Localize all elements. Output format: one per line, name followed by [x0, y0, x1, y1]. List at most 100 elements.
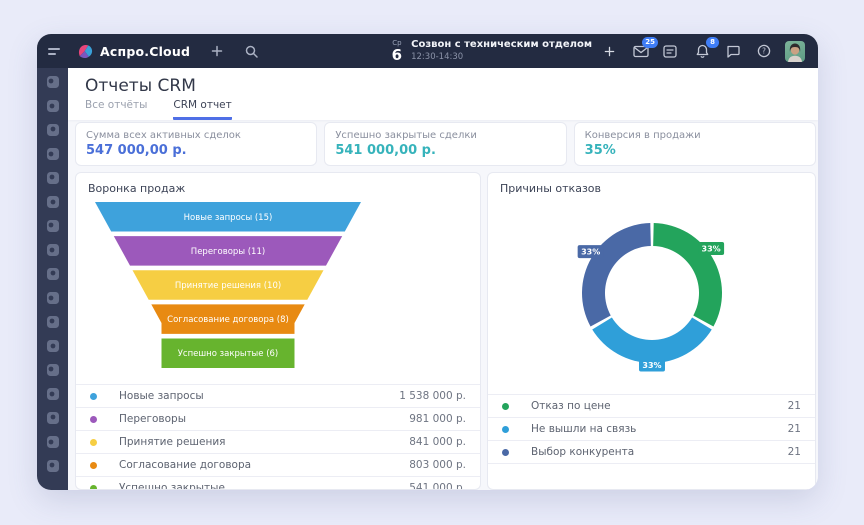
donut-slice-3[interactable] — [581, 223, 650, 326]
stat-label: Сумма всех активных сделок — [86, 129, 306, 142]
legend-value: 1 538 000 р. — [399, 390, 466, 402]
user-avatar[interactable] — [785, 41, 805, 62]
svg-text:33%: 33% — [581, 248, 600, 257]
legend-label: Выбор конкурента — [531, 446, 788, 458]
funnel-stage-label: Новые запросы (15) — [184, 213, 273, 223]
legend-value: 841 000 р. — [409, 436, 466, 448]
chat-icon[interactable] — [720, 38, 746, 64]
sidebar-app-icon-6[interactable] — [44, 193, 62, 211]
sales-funnel-chart: Новые запросы (15) Переговоры (11) Приняти… — [95, 202, 361, 368]
legend-value: 803 000 р. — [409, 459, 466, 471]
sidebar-app-icon-9[interactable] — [44, 265, 62, 283]
funnel-stage-label: Успешно закрытые (6) — [178, 349, 278, 359]
stat-label: Успешно закрытые сделки — [335, 129, 555, 142]
notes-icon[interactable] — [657, 38, 683, 64]
legend-label: Принятие решения — [119, 436, 409, 448]
donut-legend-item-3[interactable]: Выбор конкурента21 — [488, 440, 815, 463]
sidebar-app-icon-5[interactable] — [44, 169, 62, 187]
donut-slice-1[interactable] — [653, 223, 722, 326]
sidebar-app-icon-15[interactable] — [44, 409, 62, 427]
funnel-legend-item-4[interactable]: Согласование договора803 000 р. — [76, 453, 480, 476]
svg-text:33%: 33% — [642, 361, 661, 370]
legend-label: Не вышли на связь — [531, 423, 788, 435]
create-plus-icon[interactable] — [204, 38, 230, 64]
stat-value: 547 000,00 р. — [86, 142, 306, 159]
bell-badge: 8 — [706, 37, 719, 48]
sidebar-app-icon-12[interactable] — [44, 337, 62, 355]
sidebar-app-icon-8[interactable] — [44, 241, 62, 259]
funnel-legend-item-2[interactable]: Переговоры981 000 р. — [76, 407, 480, 430]
legend-value: 21 — [788, 400, 801, 412]
funnel-legend: Новые запросы1 538 000 р.Переговоры981 0… — [76, 384, 480, 490]
calendar-date[interactable]: Ср 6 — [392, 40, 402, 63]
legend-value: 981 000 р. — [409, 413, 466, 425]
sidebar-app-icon-4[interactable] — [44, 145, 62, 163]
legend-value: 21 — [788, 423, 801, 435]
donut-percent-badge-1: 33% — [698, 242, 724, 255]
funnel-legend-item-3[interactable]: Принятие решения841 000 р. — [76, 430, 480, 453]
sidebar-app-icon-11[interactable] — [44, 313, 62, 331]
brand-logo-icon[interactable] — [76, 43, 93, 59]
legend-label: Новые запросы — [119, 390, 399, 402]
funnel-legend-item-5[interactable]: Успешно закрытые541 000 р. — [76, 476, 480, 490]
help-icon[interactable]: ? — [751, 38, 777, 64]
hamburger-icon[interactable] — [48, 44, 62, 58]
bell-icon[interactable]: 8 — [689, 38, 715, 64]
donut-slice-2[interactable] — [592, 317, 712, 363]
brand-name[interactable]: Аспро.Cloud — [100, 44, 190, 59]
event-time: 12:30-14:30 — [411, 52, 592, 63]
add-event-button[interactable] — [596, 38, 622, 64]
legend-color-dot — [90, 439, 97, 446]
donut-legend-item-1[interactable]: Отказ по цене21 — [488, 394, 815, 417]
refusal-reasons-donut-chart: 33% 33% 33% — [567, 208, 737, 378]
sidebar-app-icon-16[interactable] — [44, 433, 62, 451]
funnel-stage-label: Переговоры (11) — [191, 247, 265, 257]
sidebar-app-icon-17[interactable] — [44, 457, 62, 475]
tab-all-reports[interactable]: Все отчёты — [85, 99, 147, 120]
sales-funnel-card: Воронка продаж Новые запросы (15)Перегов… — [75, 172, 481, 490]
donut-percent-badge-2: 33% — [639, 359, 665, 372]
mail-badge: 25 — [642, 37, 658, 48]
legend-color-dot — [502, 403, 509, 410]
stat-value: 35% — [585, 142, 805, 159]
stat-cards-row: Сумма всех активных сделок 547 000,00 р.… — [75, 122, 816, 166]
sidebar-app-icon-14[interactable] — [44, 385, 62, 403]
sidebar-app-icon-7[interactable] — [44, 217, 62, 235]
content-area: Отчеты CRM Все отчёты CRM отчет Сумма вс… — [68, 68, 818, 490]
refusal-reasons-card: Причины отказов 33% 33% 33% Отказ по цене2… — [487, 172, 816, 490]
donut-legend-item-2[interactable]: Не вышли на связь21 — [488, 417, 815, 440]
svg-text:?: ? — [762, 47, 766, 56]
stat-card-active-deals-sum: Сумма всех активных сделок 547 000,00 р. — [75, 122, 317, 166]
app-sidebar — [37, 68, 68, 490]
legend-color-dot — [90, 416, 97, 423]
sidebar-app-icon-10[interactable] — [44, 289, 62, 307]
app-window: Аспро.Cloud Ср 6 Созвон с техническим от… — [37, 34, 818, 490]
sidebar-app-icon-13[interactable] — [44, 361, 62, 379]
calendar-event[interactable]: Созвон с техническим отделом 12:30-14:30 — [411, 39, 592, 62]
sidebar-app-icon-1[interactable] — [44, 73, 62, 91]
calendar-day: 6 — [392, 48, 402, 63]
legend-color-dot — [90, 393, 97, 400]
legend-value: 541 000 р. — [409, 482, 466, 490]
donut-chart-title: Причины отказов — [488, 173, 815, 196]
sidebar-app-icon-3[interactable] — [44, 121, 62, 139]
report-tabs: Все отчёты CRM отчет — [85, 99, 801, 120]
stat-card-sales-conversion: Конверсия в продажи 35% — [574, 122, 816, 166]
stat-card-closed-deals-sum: Успешно закрытые сделки 541 000,00 р. — [324, 122, 566, 166]
legend-label: Переговоры — [119, 413, 409, 425]
stat-label: Конверсия в продажи — [585, 129, 805, 142]
legend-label: Согласование договора — [119, 459, 409, 471]
legend-label: Успешно закрытые — [119, 482, 409, 490]
tab-crm-report[interactable]: CRM отчет — [173, 99, 231, 120]
funnel-legend-item-1[interactable]: Новые запросы1 538 000 р. — [76, 384, 480, 407]
legend-color-dot — [502, 426, 509, 433]
mail-icon[interactable]: 25 — [628, 38, 654, 64]
svg-text:33%: 33% — [701, 244, 720, 253]
stat-value: 541 000,00 р. — [335, 142, 555, 159]
legend-color-dot — [90, 462, 97, 469]
event-title: Созвон с техническим отделом — [411, 39, 592, 52]
funnel-stage-label: Принятие решения (10) — [175, 281, 281, 291]
sidebar-app-icon-2[interactable] — [44, 97, 62, 115]
topbar: Аспро.Cloud Ср 6 Созвон с техническим от… — [37, 34, 818, 68]
search-icon[interactable] — [238, 38, 264, 64]
